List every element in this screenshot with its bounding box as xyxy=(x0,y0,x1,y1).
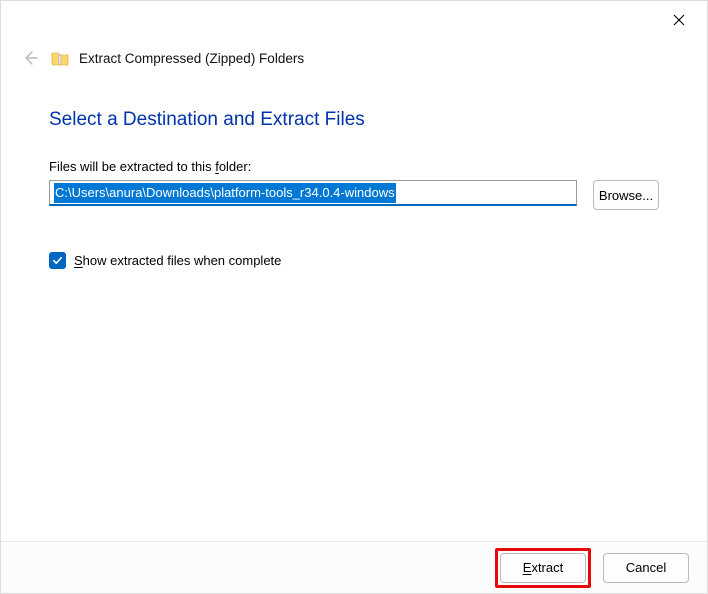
destination-row: C:\Users\anura\Downloads\platform-tools_… xyxy=(49,180,659,210)
close-button[interactable] xyxy=(659,5,699,35)
show-files-label[interactable]: Show extracted files when complete xyxy=(74,253,281,268)
show-files-label-key: S xyxy=(74,253,83,268)
checkmark-icon xyxy=(52,255,63,266)
destination-label-post: older: xyxy=(219,159,252,174)
cancel-button[interactable]: Cancel xyxy=(603,553,689,583)
close-icon xyxy=(673,14,685,26)
titlebar xyxy=(1,1,707,39)
show-files-label-post: how extracted files when complete xyxy=(83,253,282,268)
extract-highlight: Extract xyxy=(495,548,591,588)
extract-button[interactable]: Extract xyxy=(500,553,586,583)
show-files-row: Show extracted files when complete xyxy=(49,252,659,269)
destination-input[interactable]: C:\Users\anura\Downloads\platform-tools_… xyxy=(49,180,577,206)
wizard-title: Extract Compressed (Zipped) Folders xyxy=(79,51,304,66)
page-heading: Select a Destination and Extract Files xyxy=(49,109,659,131)
extract-post: xtract xyxy=(531,560,563,575)
show-files-checkbox[interactable] xyxy=(49,252,66,269)
dialog-footer: Extract Cancel xyxy=(1,541,707,593)
back-button[interactable] xyxy=(19,47,41,69)
zipped-folder-icon xyxy=(51,50,69,66)
back-arrow-icon xyxy=(22,50,38,66)
browse-button[interactable]: Browse... xyxy=(593,180,659,210)
destination-input-selection: C:\Users\anura\Downloads\platform-tools_… xyxy=(54,183,396,203)
content-area: Select a Destination and Extract Files F… xyxy=(1,75,707,269)
destination-label: Files will be extracted to this folder: xyxy=(49,159,659,174)
wizard-header: Extract Compressed (Zipped) Folders xyxy=(1,39,707,75)
destination-label-pre: Files will be extracted to this xyxy=(49,159,215,174)
